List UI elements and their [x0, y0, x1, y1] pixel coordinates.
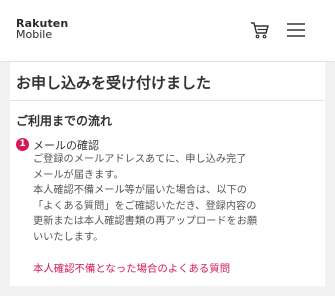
rakuten-mobile-logo[interactable]: Rakuten Mobile — [16, 18, 68, 40]
step-description-line: メールが届きます。 — [33, 169, 124, 181]
confirmation-card: お申し込みを受け付けました ご利用までの流れ 1 メールの確認 ご登録のメールア… — [10, 62, 325, 286]
cart-icon — [251, 22, 269, 39]
step-description-line: 「よくある質問」をご確認いただき、登録内容の — [33, 200, 257, 212]
site-header: Rakuten Mobile — [0, 0, 335, 62]
cart-button[interactable] — [248, 18, 272, 42]
step-description-line: 本人確認不備メール等が届いた場合は、以下の — [33, 185, 247, 196]
faq-link[interactable]: 本人確認不備となった場合のよくある質問 — [33, 260, 230, 275]
step-description-line: いいたします。 — [33, 231, 104, 243]
hamburger-menu-icon — [287, 23, 305, 37]
title-divider — [10, 100, 325, 101]
step-description: ご登録のメールアドレスあてに、申し込み完了 メールが届きます。 本人確認不備メー… — [33, 152, 321, 245]
page-title: お申し込みを受け付けました — [16, 74, 212, 92]
menu-button[interactable] — [285, 20, 307, 40]
step-description-line: ご登録のメールアドレスあてに、申し込み完了 — [33, 154, 247, 165]
section-title: ご利用までの流れ — [16, 114, 113, 128]
step-title: メールの確認 — [33, 139, 99, 152]
step-description-line: 更新または本人確認書類の再アップロードをお願 — [33, 216, 258, 227]
logo-bottom-text: Mobile — [16, 28, 53, 41]
step-number-badge: 1 — [16, 138, 29, 151]
